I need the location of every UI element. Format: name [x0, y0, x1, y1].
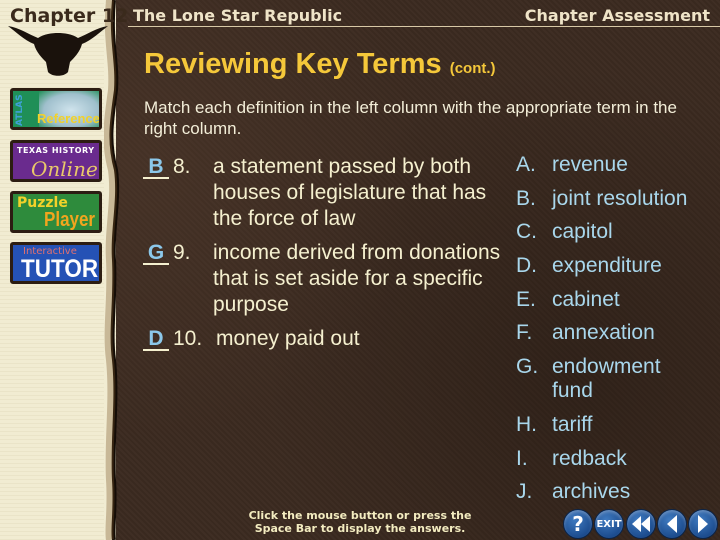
atlas-side-text: ATLAS	[15, 94, 25, 126]
definition-item: G 9. income derived from donations that …	[143, 240, 503, 318]
sidebar-item-label: Online	[31, 157, 98, 181]
burnt-edge	[104, 0, 120, 540]
rewind-icon	[632, 516, 650, 532]
sidebar-item-puzzle-player[interactable]: Puzzle Player	[10, 191, 102, 233]
definition-number: 8.	[173, 155, 191, 178]
term-letter: B.	[516, 186, 536, 210]
term-label: redback	[552, 446, 627, 470]
term-label: expenditure	[552, 254, 662, 278]
term-item: I. redback	[516, 447, 716, 471]
answer-blank[interactable]: B	[143, 156, 169, 179]
terms-list: A. revenue B. joint resolution C. capitol D…	[516, 153, 716, 514]
chevron-left-icon	[667, 515, 677, 533]
term-label: cabinet	[552, 287, 620, 311]
section-label: Chapter Assessment	[524, 6, 710, 25]
answer-blank[interactable]: G	[143, 242, 169, 265]
sidebar-item-top-text: TEXAS HISTORY	[17, 146, 95, 155]
sidebar-item-label: Reference	[37, 111, 100, 126]
page-title: Reviewing Key Terms (cont.)	[144, 48, 496, 81]
term-label: archives	[552, 480, 631, 504]
page-title-suffix: (cont.)	[449, 60, 496, 77]
term-letter: A.	[516, 153, 536, 176]
previous-slide-button[interactable]	[657, 509, 687, 539]
first-slide-button[interactable]	[626, 509, 656, 539]
term-letter: H.	[516, 412, 537, 436]
term-item: A. revenue	[516, 153, 716, 177]
term-label: joint resolution	[552, 186, 688, 210]
term-item: D. expenditure	[516, 254, 716, 278]
exit-label: EXIT	[596, 518, 622, 530]
instructions: Match each definition in the left column…	[144, 98, 677, 138]
sidebar-item-texas-history-online[interactable]: TEXAS HISTORY Online	[10, 140, 102, 182]
term-letter: D.	[516, 254, 537, 278]
term-item: H. tariff	[516, 413, 716, 437]
term-label: tariff	[552, 412, 593, 436]
term-item: G. endowment fund	[516, 355, 666, 403]
term-item: E. cabinet	[516, 288, 716, 312]
sidebar-item-label: TUTOR	[21, 255, 99, 283]
term-letter: C.	[516, 220, 537, 244]
sidebar-item-atlas-reference[interactable]: ATLAS Reference	[10, 88, 102, 130]
help-button[interactable]: ?	[563, 509, 593, 539]
term-letter: E.	[516, 287, 536, 311]
definition-text: money paid out	[216, 327, 360, 350]
term-item: F. annexation	[516, 321, 716, 345]
chevron-right-icon	[698, 515, 708, 533]
sidebar-item-label: Player	[43, 209, 95, 231]
definition-text: income derived from donations that is se…	[213, 241, 501, 316]
sidebar-item-interactive-tutor[interactable]: Interactive TUTOR	[10, 242, 102, 284]
term-label: revenue	[552, 153, 628, 176]
header-divider	[128, 26, 720, 27]
term-label: capitol	[552, 220, 613, 244]
term-letter: I.	[516, 446, 528, 470]
definition-number: 9.	[173, 241, 191, 264]
exit-button[interactable]: EXIT	[594, 509, 624, 539]
longhorn-logo-icon	[8, 26, 108, 76]
term-item: C. capitol	[516, 220, 716, 244]
answer-blank[interactable]: D	[143, 328, 169, 351]
definition-number: 10.	[173, 327, 203, 350]
chapter-title: The Lone Star Republic	[133, 6, 343, 25]
term-letter: G.	[516, 355, 539, 379]
definitions-list: B 8. a statement passed by both houses o…	[143, 154, 503, 360]
page-title-text: Reviewing Key Terms	[144, 48, 442, 80]
term-letter: F.	[516, 321, 533, 345]
definition-item: B 8. a statement passed by both houses o…	[143, 154, 503, 232]
term-item: J. archives	[516, 480, 716, 504]
next-slide-button[interactable]	[688, 509, 718, 539]
definition-item: D 10. money paid out	[143, 326, 503, 352]
help-icon: ?	[572, 512, 584, 536]
term-item: B. joint resolution	[516, 187, 716, 211]
hint-text: Click the mouse button or press the Spac…	[248, 509, 472, 535]
term-label: endowment fund	[552, 355, 661, 403]
term-letter: J.	[516, 480, 533, 504]
definition-text: a statement passed by both houses of leg…	[213, 155, 487, 230]
term-label: annexation	[552, 321, 655, 345]
